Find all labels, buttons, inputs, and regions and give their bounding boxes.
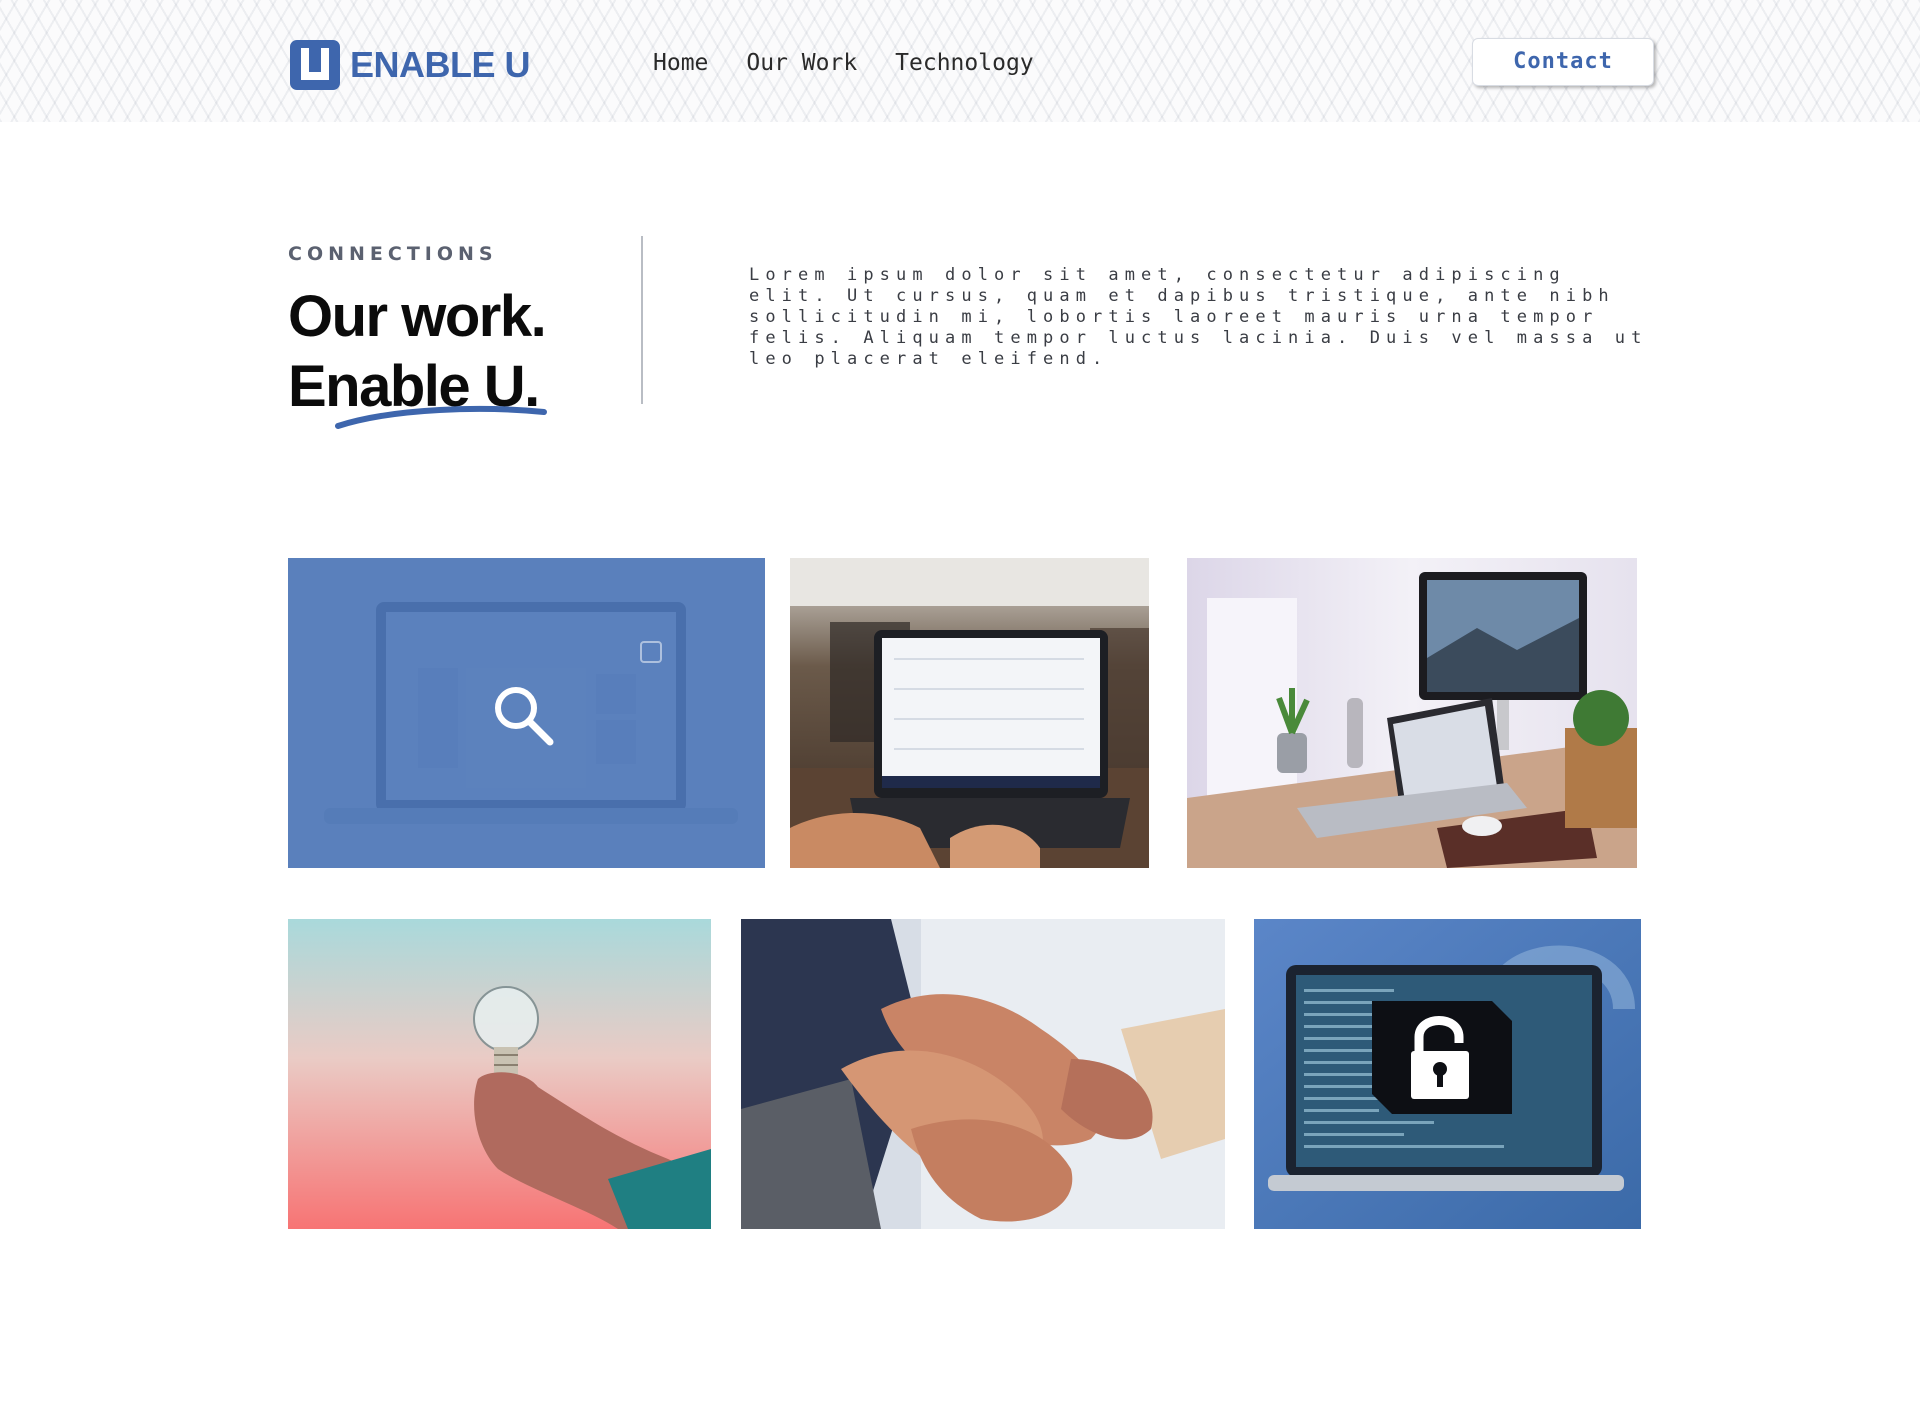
site-header: ENABLE U Home Our Work Technology Contac…	[0, 0, 1920, 122]
logo[interactable]: ENABLE U	[290, 38, 531, 92]
title-underline-swoosh	[335, 405, 547, 429]
intro-divider	[641, 236, 643, 404]
nav-home[interactable]: Home	[653, 50, 708, 76]
nav-our-work[interactable]: Our Work	[746, 50, 857, 76]
padlock-icon	[1372, 1001, 1512, 1114]
gallery-tile-security[interactable]	[1254, 919, 1641, 1229]
intro-paragraph: Lorem ipsum dolor sit amet, consectetur …	[749, 265, 1648, 369]
logo-text: ENABLE U	[350, 44, 531, 85]
gallery-tile-workspace[interactable]	[1187, 558, 1637, 868]
nav-technology[interactable]: Technology	[895, 50, 1033, 76]
main-nav: Home Our Work Technology	[653, 50, 1072, 76]
gallery-tile-lightbulb[interactable]	[288, 919, 711, 1229]
contact-button[interactable]: Contact	[1472, 38, 1654, 86]
gallery-tile-search[interactable]	[288, 558, 765, 868]
logo-mark-icon	[290, 40, 340, 90]
section-eyebrow: CONNECTIONS	[288, 243, 498, 265]
gallery-tile-teamwork[interactable]	[741, 919, 1225, 1229]
title-line-1: Our work.	[288, 284, 547, 349]
gallery-tile-dashboard[interactable]	[790, 558, 1149, 868]
